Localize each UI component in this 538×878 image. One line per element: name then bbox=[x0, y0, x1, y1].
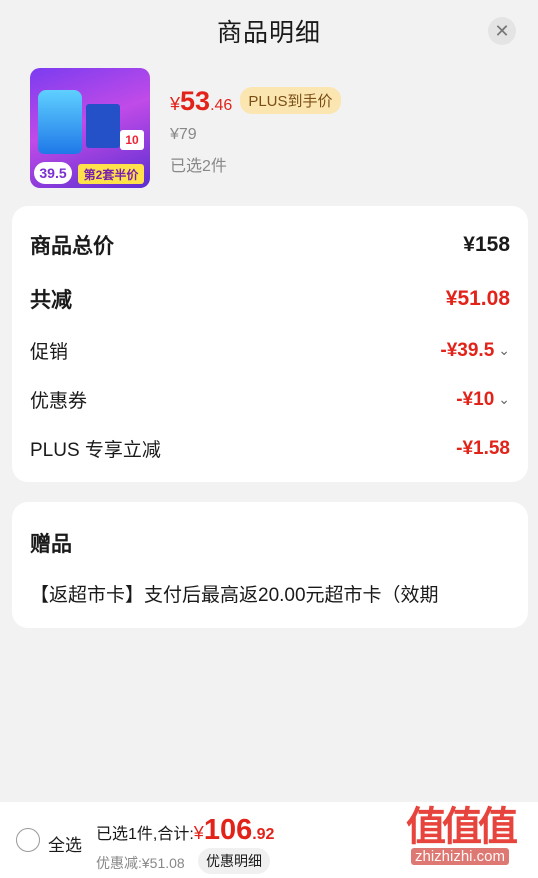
promo-value-wrap: -¥39.5 ⌄ bbox=[440, 340, 510, 362]
thumb-badge: 第2套半价 bbox=[78, 164, 144, 184]
price-currency: ¥ bbox=[170, 94, 181, 114]
thumb-price: 39.5 bbox=[34, 162, 72, 184]
close-icon: ✕ bbox=[494, 20, 510, 41]
footer-summary-text: 已选1件,合计: bbox=[96, 826, 194, 843]
total-reduction-value: ¥51.08 bbox=[445, 287, 510, 310]
plus-discount-row: PLUS 专享立减 -¥1.58 bbox=[30, 435, 510, 462]
discount-detail-button[interactable]: 优惠明细 bbox=[198, 848, 270, 874]
coupon-value-wrap: -¥10 ⌄ bbox=[456, 389, 510, 411]
detergent-bottle-graphic bbox=[38, 90, 82, 154]
product-box-graphic bbox=[86, 104, 120, 148]
coupon-value: -¥10 bbox=[456, 388, 495, 410]
promo-value: -¥39.5 bbox=[440, 339, 495, 361]
select-all-label[interactable]: 全选 bbox=[48, 831, 82, 856]
watermark-text: zhizhizhi.com bbox=[410, 847, 510, 865]
gift-card: 赠品 【返超市卡】支付后最高返20.00元超市卡（效期 bbox=[12, 502, 528, 628]
price-summary-card: 商品总价 ¥158 共减 ¥51.08 促销 -¥39.5 ⌄ 优惠券 -¥10… bbox=[12, 206, 528, 482]
selected-count: 已选2件 bbox=[170, 158, 227, 175]
total-currency: ¥ bbox=[193, 823, 204, 843]
price-decimal: .46 bbox=[210, 97, 233, 114]
total-reduction-row: 共减 ¥51.08 bbox=[30, 284, 510, 314]
total-reduction-label: 共减 bbox=[30, 289, 72, 312]
total-decimal: .92 bbox=[252, 826, 275, 843]
plus-price-tag: PLUS到手价 bbox=[240, 87, 341, 114]
footer-total: 已选1件,合计: ¥ 106 .92 bbox=[96, 814, 274, 847]
select-all-checkbox[interactable] bbox=[16, 828, 40, 852]
chevron-down-icon: ⌄ bbox=[498, 342, 510, 358]
coupon-label: 优惠券 bbox=[30, 391, 88, 412]
site-watermark: 值值值 zhizhizhi.com bbox=[392, 800, 528, 870]
chevron-down-icon: ⌄ bbox=[498, 391, 510, 407]
total-price-label: 商品总价 bbox=[30, 235, 114, 258]
promo-label: 促销 bbox=[30, 342, 69, 363]
product-summary: 10 39.5 第2套半价 ¥ 53 .46 PLUS到手价 ¥79 已选2件 bbox=[30, 68, 510, 188]
gift-title: 赠品 bbox=[30, 533, 72, 556]
total-price-value: ¥158 bbox=[463, 233, 510, 256]
footer-discount: 优惠减:¥51.08 bbox=[96, 855, 185, 871]
coupon-row[interactable]: 优惠券 -¥10 ⌄ bbox=[30, 386, 510, 413]
page-title: 商品明细 bbox=[216, 19, 321, 47]
original-price: ¥79 bbox=[170, 126, 197, 143]
watermark-logo: 值值值 bbox=[406, 804, 518, 849]
plus-discount-label: PLUS 专享立减 bbox=[30, 440, 161, 461]
total-price-row: 商品总价 ¥158 bbox=[30, 230, 510, 260]
header: 商品明细 ✕ bbox=[0, 0, 538, 62]
product-price: ¥ 53 .46 PLUS到手价 bbox=[170, 86, 341, 118]
price-integer: 53 bbox=[180, 86, 211, 116]
plus-discount-value: -¥1.58 bbox=[456, 437, 510, 459]
total-integer: 106 bbox=[203, 814, 253, 846]
thumb-tag: 10 bbox=[120, 130, 144, 150]
product-image[interactable]: 10 39.5 第2套半价 bbox=[30, 68, 150, 188]
promo-row[interactable]: 促销 -¥39.5 ⌄ bbox=[30, 337, 510, 364]
close-button[interactable]: ✕ bbox=[488, 17, 516, 45]
gift-description: 【返超市卡】支付后最高返20.00元超市卡（效期 bbox=[30, 585, 439, 606]
